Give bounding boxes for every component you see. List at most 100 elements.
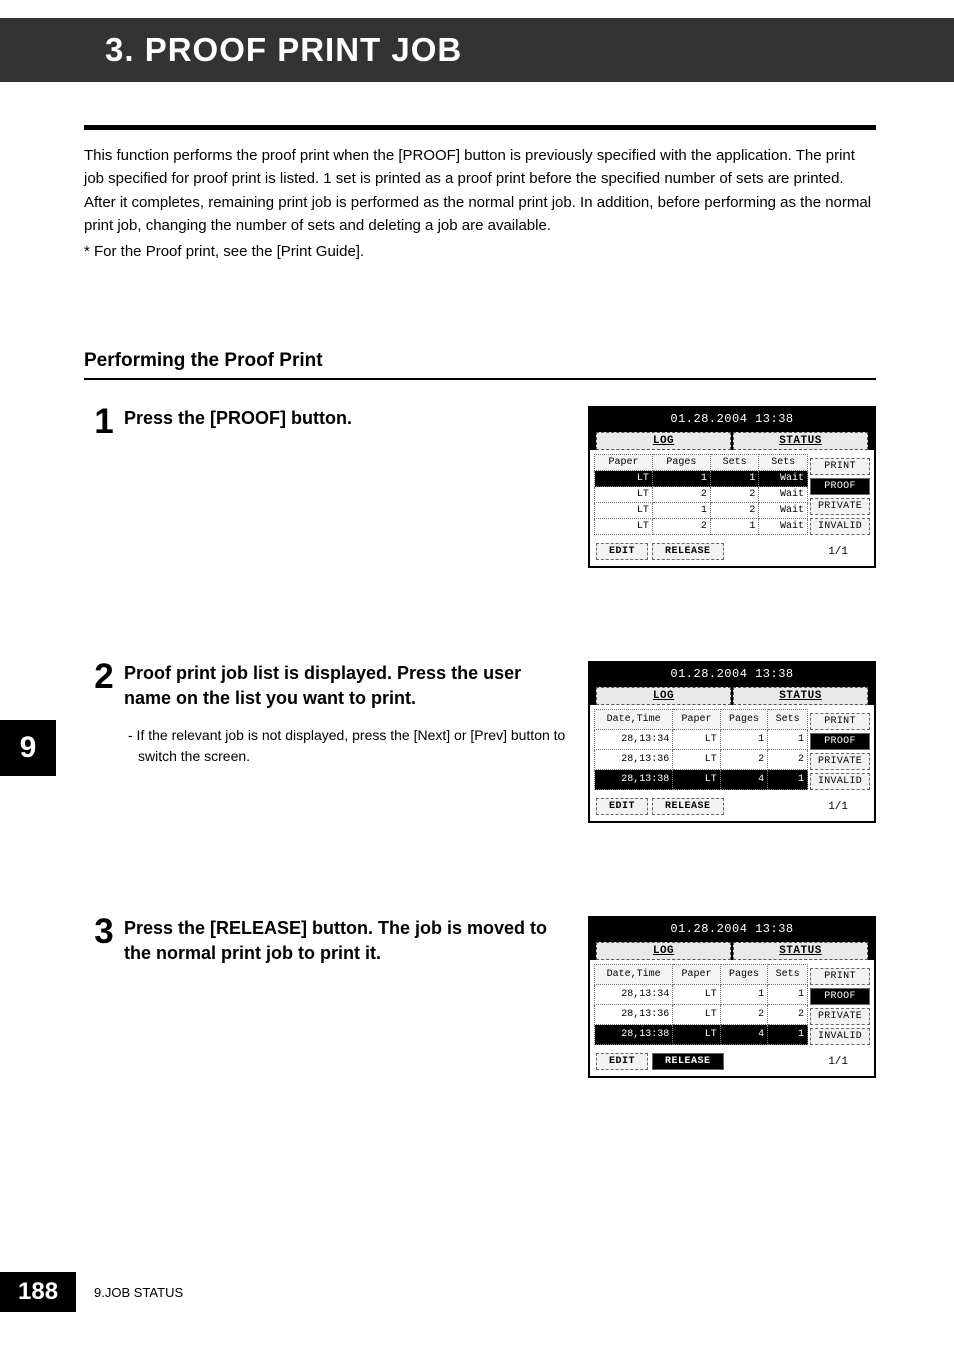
cell: Wait [759,487,808,503]
proof-button[interactable]: PROOF [810,478,870,495]
side-buttons: PRINT PROOF PRIVATE INVALID [810,709,870,790]
job-table: Date,TimePaperPagesSets28,13:34LT1128,13… [594,964,808,1045]
col-header: Pages [720,965,767,985]
table-row[interactable]: 28,13:34LT11 [595,730,808,750]
cell: 28,13:34 [595,730,673,750]
tab-status[interactable]: STATUS [733,942,868,960]
table-row[interactable]: 28,13:38LT41 [595,770,808,790]
proof-button[interactable]: PROOF [810,733,870,750]
cell: 1 [768,770,808,790]
table-row[interactable]: 28,13:34LT11 [595,985,808,1005]
proof-button[interactable]: PROOF [810,988,870,1005]
page-indicator: 1/1 [828,1056,868,1068]
cell: 2 [720,750,767,770]
release-button[interactable]: RELEASE [652,543,724,560]
footer: 188 9.JOB STATUS [0,1272,183,1312]
cell: LT [595,471,653,487]
step: 1Press the [PROOF] button.01.28.2004 13:… [84,406,876,606]
cell: 2 [652,519,710,535]
cell: LT [673,750,720,770]
cell: 1 [720,985,767,1005]
release-button[interactable]: RELEASE [652,1053,724,1070]
cell: 28,13:38 [595,770,673,790]
cell: 2 [768,750,808,770]
page-number-badge: 188 [0,1272,76,1312]
edit-button[interactable]: EDIT [596,1053,648,1070]
print-button[interactable]: PRINT [810,458,870,475]
cell: Wait [759,503,808,519]
tab-log[interactable]: LOG [596,687,731,705]
cell: 2 [710,487,759,503]
step-heading: Proof print job list is displayed. Press… [124,661,572,711]
cell: 1 [652,503,710,519]
edit-button[interactable]: EDIT [596,798,648,815]
cell: LT [673,985,720,1005]
col-header: Sets [710,455,759,471]
col-header: Sets [768,710,808,730]
tab-log[interactable]: LOG [596,942,731,960]
edit-button[interactable]: EDIT [596,543,648,560]
job-table: Date,TimePaperPagesSets28,13:34LT1128,13… [594,709,808,790]
col-header: Paper [673,965,720,985]
invalid-button[interactable]: INVALID [810,773,870,790]
side-buttons: PRINT PROOF PRIVATE INVALID [810,454,870,535]
table-row[interactable]: LT11Wait [595,471,808,487]
cell: 1 [768,730,808,750]
content-area: This function performs the proof print w… [84,125,876,1268]
tab-status[interactable]: STATUS [733,432,868,450]
step-number: 3 [84,914,124,949]
step-body: Press the [RELEASE] button. The job is m… [124,916,588,966]
table-row[interactable]: LT22Wait [595,487,808,503]
step-body: Proof print job list is displayed. Press… [124,661,588,767]
private-button[interactable]: PRIVATE [810,498,870,515]
cell: 28,13:38 [595,1025,673,1045]
cell: 1 [710,471,759,487]
step-number: 2 [84,659,124,694]
table-row[interactable]: 28,13:36LT22 [595,1005,808,1025]
tab-status[interactable]: STATUS [733,687,868,705]
private-button[interactable]: PRIVATE [810,1008,870,1025]
table-row[interactable]: LT21Wait [595,519,808,535]
intro-paragraph: This function performs the proof print w… [84,144,876,237]
cell: LT [673,1005,720,1025]
cell: 2 [768,1005,808,1025]
panel-body: PaperPagesSetsSetsLT11WaitLT22WaitLT12Wa… [590,450,874,539]
invalid-button[interactable]: INVALID [810,1028,870,1045]
print-button[interactable]: PRINT [810,713,870,730]
col-header: Sets [759,455,808,471]
cell: 28,13:36 [595,1005,673,1025]
footer-label: 9.JOB STATUS [94,1285,183,1300]
tab-log[interactable]: LOG [596,432,731,450]
cell: 2 [720,1005,767,1025]
panel-body: Date,TimePaperPagesSets28,13:34LT1128,13… [590,705,874,794]
step: 3Press the [RELEASE] button. The job is … [84,916,876,1116]
cell: LT [673,730,720,750]
col-header: Paper [673,710,720,730]
col-header: Date,Time [595,710,673,730]
panel-bottom: EDITRELEASE 1/1 [590,1049,874,1076]
cell: Wait [759,471,808,487]
cell: LT [595,519,653,535]
step-heading: Press the [PROOF] button. [124,406,572,431]
note-line: * For the Proof print, see the [Print Gu… [84,243,876,260]
print-button[interactable]: PRINT [810,968,870,985]
cell: 28,13:36 [595,750,673,770]
step-number: 1 [84,404,124,439]
device-panel: 01.28.2004 13:38LOGSTATUSDate,TimePaperP… [588,916,876,1078]
table-row[interactable]: LT12Wait [595,503,808,519]
cell: 4 [720,770,767,790]
cell: 1 [768,985,808,1005]
step-body: Press the [PROOF] button. [124,406,588,431]
col-header: Pages [652,455,710,471]
col-header: Paper [595,455,653,471]
table-row[interactable]: 28,13:38LT41 [595,1025,808,1045]
panel-bottom: EDITRELEASE1/1 [590,794,874,821]
panel-bottom: EDITRELEASE1/1 [590,539,874,566]
cell: 1 [768,1025,808,1045]
private-button[interactable]: PRIVATE [810,753,870,770]
table-row[interactable]: 28,13:36LT22 [595,750,808,770]
cell: LT [595,503,653,519]
cell: 2 [652,487,710,503]
release-button[interactable]: RELEASE [652,798,724,815]
invalid-button[interactable]: INVALID [810,518,870,535]
